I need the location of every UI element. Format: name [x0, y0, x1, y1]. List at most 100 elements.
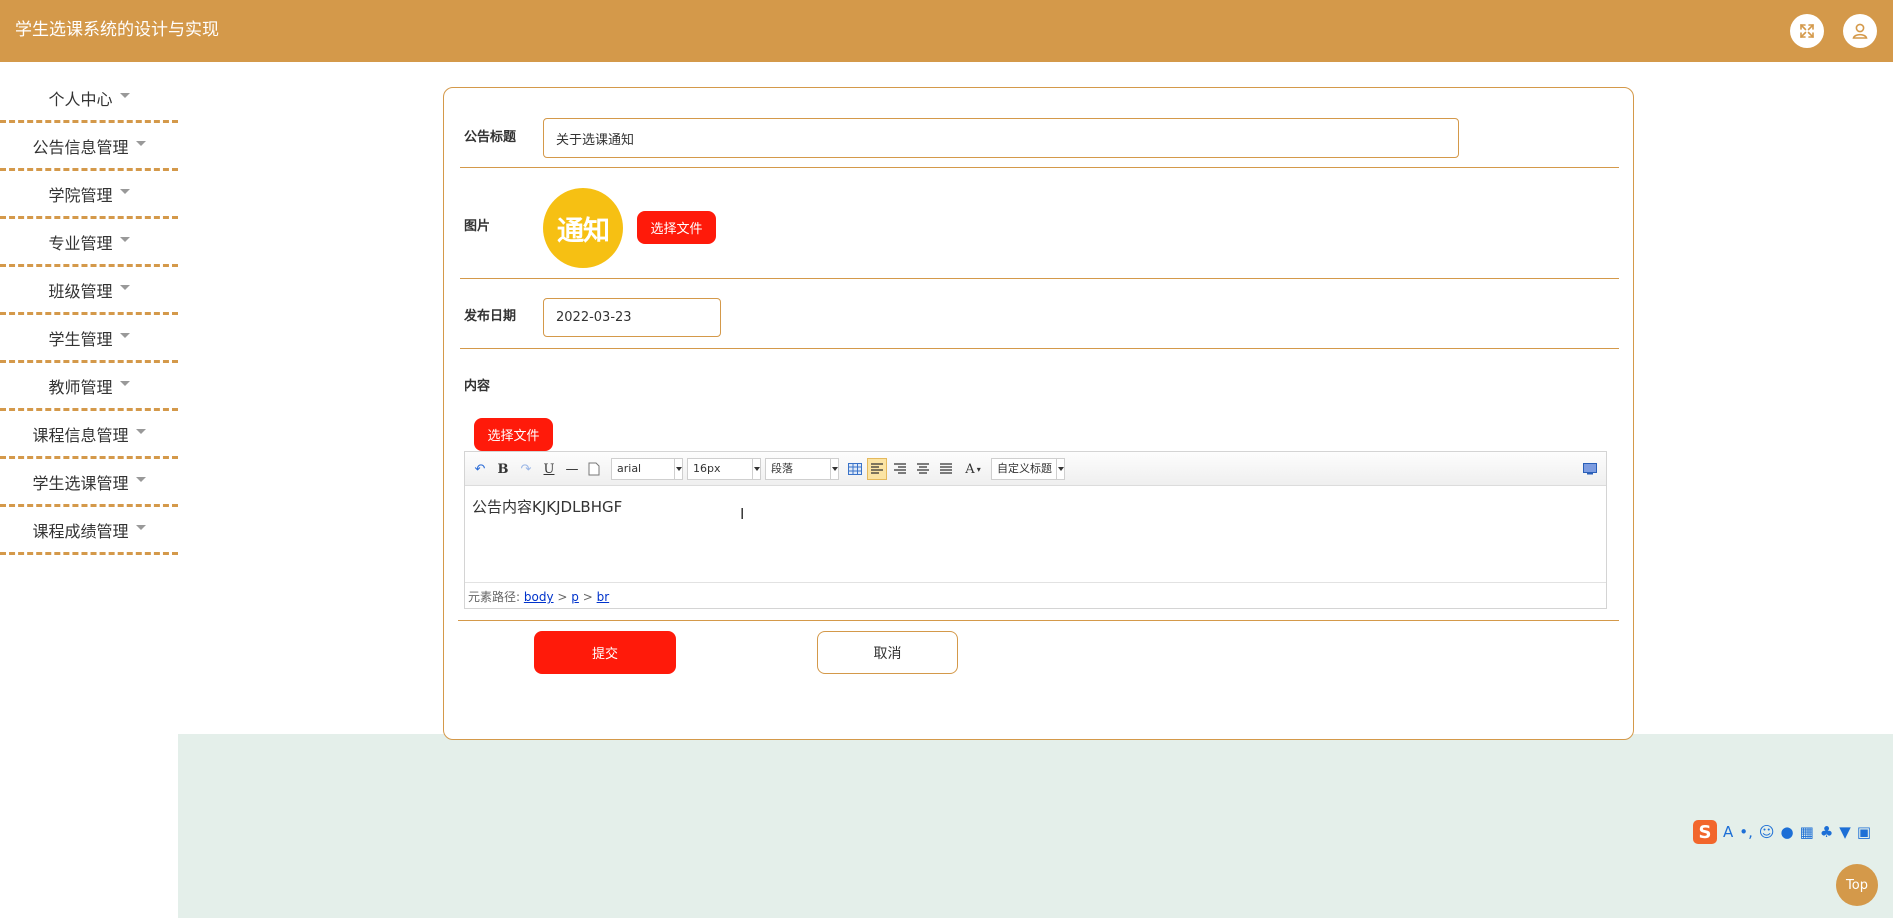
underline-icon[interactable]: U	[539, 458, 559, 480]
new-document-icon[interactable]	[584, 458, 604, 480]
caret-down-icon	[119, 237, 130, 242]
caret-down-icon	[135, 477, 146, 482]
ime-language-icon[interactable]: A	[1723, 823, 1733, 841]
divider	[460, 167, 1619, 168]
sidebar-item-label: 学生选课管理	[32, 473, 129, 493]
top-bar: 学生选课系统的设计与实现	[0, 0, 1893, 62]
path-separator: >	[582, 590, 593, 604]
horizontal-rule-icon[interactable]: —	[562, 458, 582, 480]
sidebar-item-label: 课程成绩管理	[32, 521, 129, 541]
sidebar-item-classes[interactable]: 班级管理	[0, 267, 178, 315]
align-center-icon[interactable]	[913, 458, 933, 480]
sidebar-item-courses[interactable]: 课程信息管理	[0, 411, 178, 459]
font-family-value: arial	[617, 462, 642, 475]
ime-logo-icon[interactable]: S	[1693, 820, 1717, 844]
ime-keyboard-icon[interactable]: ▦	[1800, 823, 1814, 841]
sidebar-item-label: 学生管理	[48, 329, 113, 349]
custom-title-value: 自定义标题	[997, 462, 1052, 475]
ime-voice-icon[interactable]: ●	[1781, 823, 1794, 841]
paragraph-select[interactable]: 段落	[765, 458, 839, 480]
rich-text-editor: ↶ B ↷ U — arial 16px 段落 A ▾ 自定义标题 公告内容KJ…	[464, 451, 1607, 609]
path-link-body[interactable]: body	[524, 590, 554, 604]
caret-down-icon	[135, 525, 146, 530]
ime-punctuation-icon[interactable]: •,	[1739, 823, 1753, 841]
divider	[460, 278, 1619, 279]
editor-toolbar: ↶ B ↷ U — arial 16px 段落 A ▾ 自定义标题	[465, 452, 1606, 486]
app-root: 学生选课系统的设计与实现 个人中心 公告信息管理 学院管理 专业管理 班级管理	[0, 0, 1893, 918]
sidebar-item-course-selection[interactable]: 学生选课管理	[0, 459, 178, 507]
ime-menu-icon[interactable]: ▣	[1857, 823, 1871, 841]
divider	[460, 348, 1619, 349]
caret-down-icon	[119, 333, 130, 338]
fullscreen-editor-icon[interactable]	[1580, 458, 1600, 480]
sidebar-item-colleges[interactable]: 学院管理	[0, 171, 178, 219]
content-label: 内容	[464, 379, 491, 394]
caret-down-icon	[135, 429, 146, 434]
custom-title-select[interactable]: 自定义标题	[991, 458, 1065, 480]
element-path-label: 元素路径:	[468, 590, 521, 604]
sidebar-item-label: 课程信息管理	[32, 425, 129, 445]
divider	[458, 620, 1619, 621]
align-justify-icon[interactable]	[936, 458, 956, 480]
dropdown-arrow-icon	[830, 459, 838, 479]
align-left-icon[interactable]	[867, 458, 887, 480]
align-right-icon[interactable]	[890, 458, 910, 480]
date-input[interactable]	[543, 298, 721, 337]
sidebar-item-label: 学院管理	[48, 185, 113, 205]
caret-down-icon	[119, 285, 130, 290]
ime-emoji-icon[interactable]: ☺	[1759, 823, 1775, 841]
fullscreen-icon	[1800, 24, 1814, 38]
path-link-p[interactable]: p	[571, 590, 579, 604]
submit-button[interactable]: 提交	[534, 631, 676, 674]
caret-down-icon	[119, 93, 130, 98]
sidebar-item-personal-center[interactable]: 个人中心	[0, 75, 178, 123]
font-family-select[interactable]: arial	[611, 458, 683, 480]
editor-content[interactable]: 公告内容KJKJDLBHGF	[472, 496, 622, 517]
title-label: 公告标题	[464, 130, 517, 145]
caret-down-icon	[135, 141, 146, 146]
fullscreen-button[interactable]	[1790, 14, 1824, 48]
element-path-bar: 元素路径: body > p > br	[465, 582, 1606, 608]
user-icon	[1852, 23, 1868, 39]
date-label: 发布日期	[464, 309, 517, 324]
caret-down-icon	[119, 381, 130, 386]
sidebar-item-label: 专业管理	[48, 233, 113, 253]
font-size-select[interactable]: 16px	[687, 458, 761, 480]
image-label: 图片	[464, 219, 491, 234]
footer-background	[178, 734, 1893, 918]
title-input[interactable]	[543, 118, 1459, 158]
sidebar-item-label: 教师管理	[48, 377, 113, 397]
text-cursor-icon: I	[740, 505, 745, 523]
notice-image-text: 通知	[557, 215, 610, 247]
notice-image: 通知	[543, 188, 623, 268]
bold-icon[interactable]: B	[493, 458, 513, 480]
paragraph-value: 段落	[771, 462, 793, 475]
app-title: 学生选课系统的设计与实现	[15, 20, 219, 40]
table-icon[interactable]	[845, 458, 865, 480]
sidebar-item-students[interactable]: 学生管理	[0, 315, 178, 363]
user-button[interactable]	[1843, 14, 1877, 48]
sidebar: 个人中心 公告信息管理 学院管理 专业管理 班级管理 学生管理 教师管理 课程信…	[0, 75, 178, 555]
font-size-value: 16px	[693, 462, 721, 475]
undo-icon[interactable]: ↶	[470, 458, 490, 480]
announcement-form: 公告标题 图片 通知 选择文件 发布日期 内容 选择文件 ↶ B ↷ U — a…	[443, 87, 1634, 740]
redo-icon[interactable]: ↷	[516, 458, 536, 480]
dropdown-arrow-icon	[752, 459, 760, 479]
sidebar-item-label: 公告信息管理	[32, 137, 129, 157]
ime-tools-icon[interactable]: ♣	[1820, 823, 1833, 841]
choose-content-file-button[interactable]: 选择文件	[474, 418, 553, 451]
path-link-br[interactable]: br	[597, 590, 610, 604]
ime-skin-icon[interactable]: ▼	[1839, 823, 1851, 841]
dropdown-arrow-icon	[674, 459, 682, 479]
back-to-top-button[interactable]: Top	[1836, 864, 1878, 906]
sidebar-item-grades[interactable]: 课程成绩管理	[0, 507, 178, 555]
sidebar-item-label: 个人中心	[48, 89, 113, 109]
sidebar-item-label: 班级管理	[48, 281, 113, 301]
font-color-icon[interactable]: A ▾	[961, 458, 985, 480]
choose-image-button[interactable]: 选择文件	[637, 211, 716, 244]
sidebar-item-teachers[interactable]: 教师管理	[0, 363, 178, 411]
caret-down-icon	[119, 189, 130, 194]
sidebar-item-announcements[interactable]: 公告信息管理	[0, 123, 178, 171]
cancel-button[interactable]: 取消	[817, 631, 958, 674]
sidebar-item-majors[interactable]: 专业管理	[0, 219, 178, 267]
